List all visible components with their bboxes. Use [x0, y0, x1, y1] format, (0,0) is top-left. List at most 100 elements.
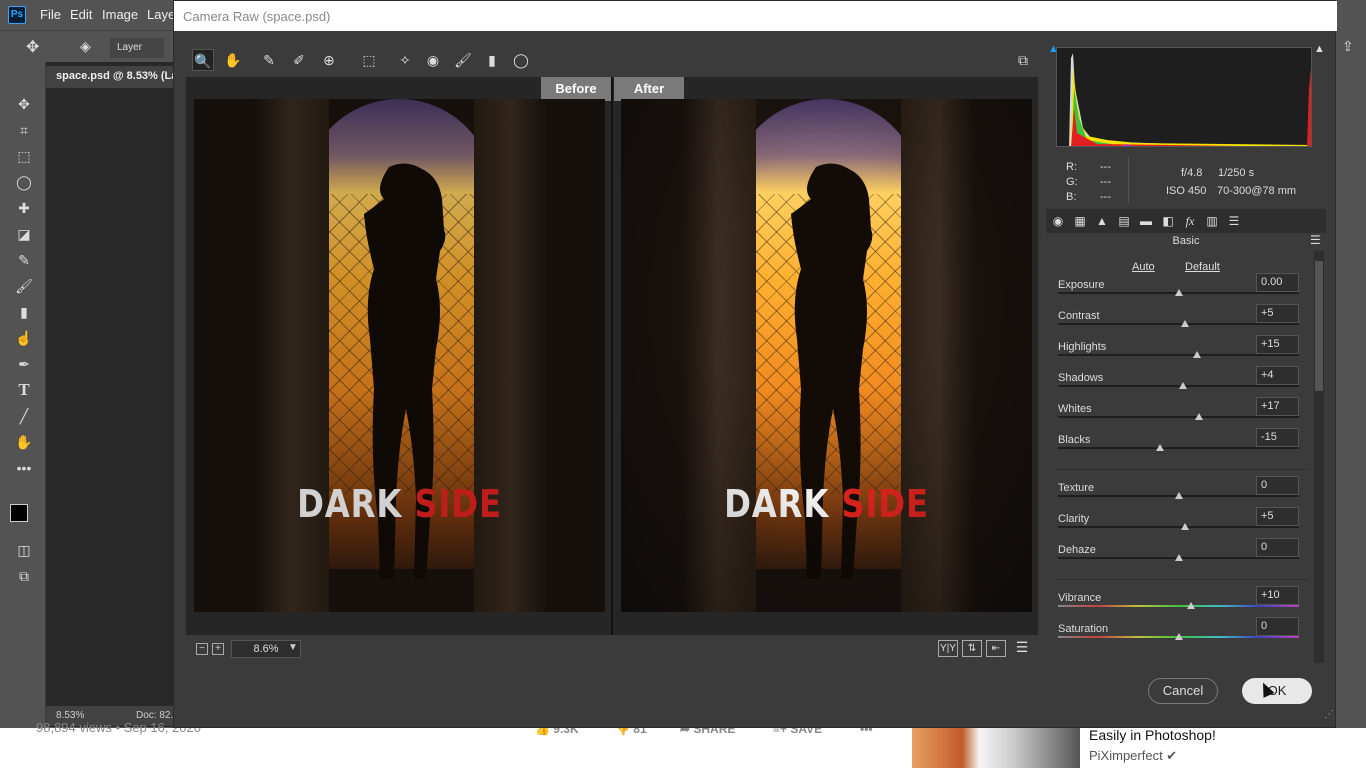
slider-track[interactable] — [1058, 526, 1299, 528]
split-divider — [611, 77, 613, 635]
white-balance-tool-icon[interactable]: ✎ — [258, 49, 280, 71]
menu-image[interactable]: Image — [102, 7, 138, 22]
slider-thumb[interactable] — [1174, 633, 1183, 640]
hand-tool-icon[interactable]: ✋ — [13, 432, 35, 452]
slider-value-input[interactable]: +5 — [1256, 507, 1299, 526]
slider-label: Blacks — [1058, 434, 1091, 446]
document-area — [46, 62, 176, 727]
slider-dehaze[interactable]: Dehaze 0 — [1058, 538, 1299, 575]
slider-track[interactable] — [1058, 447, 1299, 449]
camera-raw-toolbar: 🔍 ✋ ✎ ✐ ⊕ ⬚ ✧ ◉ 🖌 ▮ ◯ ⧉ — [186, 43, 1038, 77]
open-preferences-icon[interactable]: ⧉ — [1012, 49, 1034, 71]
adjustment-brush-icon[interactable]: 🖌 — [452, 49, 474, 71]
youtube-strip: 98,894 views • Sep 16, 2020 👍 9.3K 👎 81 … — [0, 720, 1366, 768]
slider-track[interactable] — [1058, 605, 1299, 607]
cancel-button[interactable]: Cancel — [1148, 678, 1218, 704]
slider-thumb[interactable] — [1180, 320, 1189, 327]
slider-thumb[interactable] — [1194, 413, 1203, 420]
spot-removal-tool-icon[interactable]: ✧ — [394, 49, 416, 71]
slider-value-input[interactable]: 0.00 — [1256, 273, 1299, 292]
slider-thumb[interactable] — [1192, 351, 1201, 358]
channel-name[interactable]: PiXimperfect ✔ — [1089, 748, 1177, 764]
slider-track[interactable] — [1058, 354, 1299, 356]
after-button[interactable]: After — [614, 77, 684, 101]
move-tool-icon[interactable]: ✥ — [13, 94, 35, 114]
swap-settings-icon[interactable]: ⇅ — [962, 640, 982, 657]
zoom-level-value: 8.6% — [253, 643, 279, 655]
slider-value-input[interactable]: 0 — [1256, 476, 1299, 495]
auto-select-dropdown[interactable]: Layer — [110, 38, 164, 58]
slider-thumb[interactable] — [1180, 523, 1189, 530]
eraser-tool-icon[interactable]: ◪ — [13, 224, 35, 244]
share-icon[interactable]: ⇪ — [1342, 38, 1354, 55]
slider-value-input[interactable]: +17 — [1256, 397, 1299, 416]
more-tools-icon[interactable]: ••• — [13, 458, 35, 478]
menu-edit[interactable]: Edit — [70, 7, 92, 22]
slider-track[interactable] — [1058, 416, 1299, 418]
panel-scrollbar[interactable] — [1314, 251, 1324, 663]
slider-saturation[interactable]: Saturation 0 — [1058, 617, 1299, 654]
foreground-color-swatch[interactable] — [10, 504, 28, 522]
slider-thumb[interactable] — [1179, 382, 1188, 389]
zoom-in-button[interactable]: + — [212, 643, 224, 655]
before-button[interactable]: Before — [541, 77, 611, 101]
line-tool-icon[interactable]: ╱ — [13, 406, 35, 426]
gradient-tool-icon[interactable]: ▮ — [13, 302, 35, 322]
video-thumbnail[interactable] — [912, 728, 1080, 768]
eyedropper-tool-icon[interactable]: ✎ — [13, 250, 35, 270]
options-bar: ✥ ◈ Layer — [0, 30, 175, 62]
chevron-down-icon[interactable]: ▼ — [288, 642, 298, 653]
marquee-tool-icon[interactable]: ⬚ — [13, 146, 35, 166]
copy-settings-icon[interactable]: ⇤ — [986, 640, 1006, 657]
slider-label: Texture — [1058, 482, 1095, 494]
slider-value-input[interactable]: +4 — [1256, 366, 1299, 385]
crop-tool-icon[interactable]: ⌗ — [13, 120, 35, 140]
before-shade — [194, 99, 605, 612]
graduated-filter-icon[interactable]: ▮ — [481, 49, 503, 71]
quick-mask-icon[interactable]: ◫ — [13, 540, 35, 560]
camera-raw-dialog: Camera Raw (space.psd) 🔍 ✋ ✎ ✐ ⊕ ⬚ ✧ ◉ 🖌… — [173, 0, 1337, 728]
smudge-tool-icon[interactable]: ☝ — [13, 328, 35, 348]
before-after-view-icon[interactable]: Y|Y — [938, 640, 958, 657]
slider-thumb[interactable] — [1174, 554, 1183, 561]
color-sampler-tool-icon[interactable]: ✐ — [288, 49, 310, 71]
type-tool-icon[interactable]: T — [13, 380, 35, 400]
slider-value-input[interactable]: +15 — [1256, 335, 1299, 354]
related-video-title[interactable]: Easily in Photoshop! — [1089, 727, 1216, 743]
scrollbar-thumb[interactable] — [1315, 261, 1323, 391]
radial-filter-icon[interactable]: ◯ — [510, 49, 532, 71]
red-eye-tool-icon[interactable]: ◉ — [422, 49, 444, 71]
ok-button[interactable]: OK — [1242, 678, 1312, 704]
slider-value-input[interactable]: -15 — [1256, 428, 1299, 447]
document-tab[interactable]: space.psd @ 8.53% (La — [46, 66, 176, 88]
preview-preferences-icon[interactable]: ☰ — [1012, 640, 1032, 657]
slider-value-input[interactable]: 0 — [1256, 617, 1299, 636]
slider-blacks[interactable]: Blacks -15 — [1058, 428, 1299, 465]
resize-grip-icon[interactable]: ⋰ — [1324, 709, 1334, 720]
slider-label: Vibrance — [1058, 592, 1102, 604]
slider-thumb[interactable] — [1186, 602, 1195, 609]
slider-value-input[interactable]: +10 — [1256, 586, 1299, 605]
slider-thumb[interactable] — [1174, 289, 1183, 296]
slider-thumb[interactable] — [1156, 444, 1165, 451]
slider-value-input[interactable]: +5 — [1256, 304, 1299, 323]
pen-tool-icon[interactable]: ✒ — [13, 354, 35, 374]
move-icon[interactable]: ✥ — [26, 37, 39, 57]
transform-tool-icon[interactable]: ⬚ — [358, 49, 380, 71]
targeted-adjustment-tool-icon[interactable]: ⊕ — [318, 49, 340, 71]
slider-value-input[interactable]: 0 — [1256, 538, 1299, 557]
zoom-tool-icon[interactable]: 🔍 — [192, 49, 214, 71]
preview-area: Before After DARK SIDE DARK SIDE — [186, 77, 1038, 635]
photoshop-logo: Ps — [8, 6, 26, 24]
slider-thumb[interactable] — [1174, 492, 1183, 499]
layers-icon[interactable]: ◈ — [80, 38, 91, 55]
zoom-out-button[interactable]: − — [196, 643, 208, 655]
slider-track[interactable] — [1058, 323, 1299, 325]
healing-tool-icon[interactable]: ✚ — [13, 198, 35, 218]
brush-tool-icon[interactable]: 🖌 — [13, 276, 35, 296]
hand-tool-icon[interactable]: ✋ — [222, 49, 244, 71]
menu-file[interactable]: File — [40, 7, 61, 22]
slider-label: Contrast — [1058, 310, 1100, 322]
lasso-tool-icon[interactable]: ◯ — [13, 172, 35, 192]
screen-mode-icon[interactable]: ⧉ — [13, 566, 35, 586]
